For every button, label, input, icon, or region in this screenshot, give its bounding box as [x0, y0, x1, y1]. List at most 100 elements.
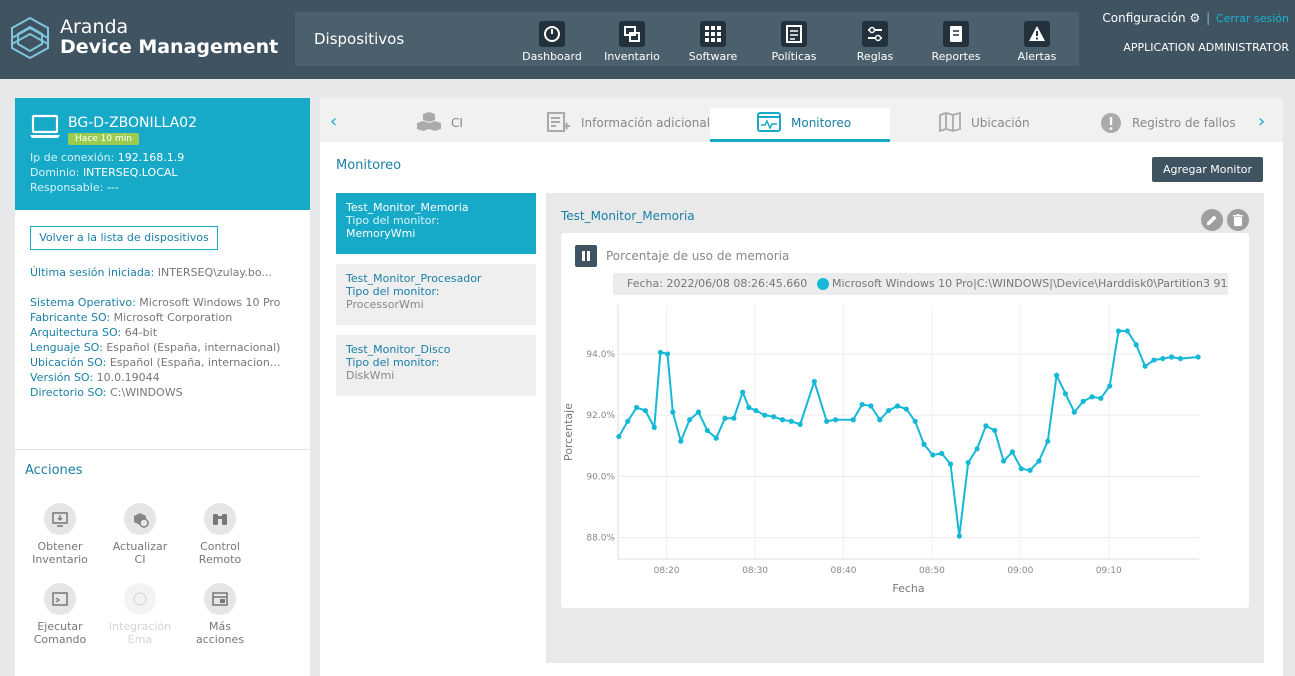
- tab-label: Monitoreo: [791, 116, 852, 130]
- data-point: [664, 351, 671, 357]
- device-panel: BG-D-ZBONILLA02 Hace 10 min Ip de conexi…: [15, 98, 310, 676]
- section-title: Dispositivos: [314, 30, 405, 48]
- data-point: [1142, 363, 1148, 369]
- data-point: [625, 418, 631, 424]
- nav-dashboard[interactable]: Dashboard: [517, 12, 587, 66]
- info-label: Ubicación SO:: [30, 356, 107, 369]
- nav-alertas-label: Alertas: [1017, 50, 1057, 63]
- monitor-item[interactable]: Test_Monitor_Procesador Tipo del monitor…: [336, 264, 536, 325]
- nav-software[interactable]: Software: [678, 12, 748, 66]
- tab-monitoreo[interactable]: Monitoreo: [710, 108, 890, 142]
- data-point: [1062, 391, 1069, 397]
- data-point: [1098, 395, 1104, 401]
- tooltip-date: Fecha: 2022/06/08 08:26:45.660: [627, 277, 808, 290]
- nav-reglas[interactable]: Reglas: [840, 12, 910, 66]
- tabs-prev-icon[interactable]: ‹: [330, 111, 337, 132]
- get-inventory-action[interactable]: Obtener Inventario: [22, 503, 98, 566]
- remote-control-action[interactable]: Control Remoto: [182, 503, 258, 566]
- nav-alertas[interactable]: Alertas: [1002, 12, 1072, 66]
- monitor-item[interactable]: Test_Monitor_Memoria Tipo del monitor: M…: [336, 193, 536, 254]
- action-label: Ejecutar: [37, 620, 83, 633]
- data-point: [903, 406, 909, 412]
- data-point: [1027, 467, 1033, 473]
- tab-ubicacion[interactable]: Ubicación: [937, 108, 1047, 142]
- data-point: [1045, 438, 1051, 444]
- monitor-detail-title: Test_Monitor_Memoria: [561, 209, 695, 223]
- info-last-session: Última sesión iniciada: INTERSEQ\zulay.b…: [30, 266, 295, 279]
- info-version: Versión SO: 10.0.19044: [30, 371, 295, 384]
- data-point: [832, 417, 839, 423]
- info-label: Directorio SO:: [30, 386, 107, 399]
- aranda-logo-icon: [11, 16, 49, 60]
- data-point: [868, 403, 874, 409]
- monitor-name: Test_Monitor_Procesador: [346, 272, 482, 285]
- more-actions-action[interactable]: Más acciones: [182, 583, 258, 646]
- data-point: [894, 403, 901, 409]
- add-monitor-button[interactable]: Agregar Monitor: [1152, 157, 1263, 182]
- info-label: Última sesión iniciada:: [30, 266, 155, 279]
- nav-politicas-label: Políticas: [771, 50, 817, 63]
- actions-title: Acciones: [25, 463, 83, 478]
- data-point: [722, 415, 728, 421]
- data-point: [704, 427, 710, 434]
- data-point: [771, 414, 777, 420]
- nav-reportes[interactable]: Reportes: [921, 12, 991, 66]
- domain-value: INTERSEQ.LOCAL: [82, 166, 178, 179]
- nav-inventario[interactable]: Inventario: [597, 12, 667, 66]
- edit-monitor-button[interactable]: [1201, 209, 1223, 231]
- monitor-type: DiskWmi: [346, 369, 395, 382]
- info-value: C:\WINDOWS: [110, 386, 183, 399]
- info-arch: Arquitectura SO: 64-bit: [30, 326, 295, 339]
- run-command-action[interactable]: Ejecutar Comando: [22, 583, 98, 646]
- data-point: [1071, 409, 1077, 415]
- user-role: APPLICATION ADMINISTRATOR: [1123, 41, 1289, 54]
- domain-row: Dominio: INTERSEQ.LOCAL: [30, 166, 178, 179]
- pencil-icon: [1207, 215, 1217, 225]
- content-panel: ‹ CI Información adicional Monitoreo Ubi…: [320, 98, 1283, 676]
- data-point: [1080, 398, 1086, 404]
- data-point: [657, 349, 664, 356]
- tab-informacion-adicional[interactable]: Información adicional: [545, 108, 710, 142]
- tabs-next-icon[interactable]: ›: [1258, 111, 1265, 132]
- info-value: INTERSEQ\zulay.bo...: [157, 266, 272, 279]
- monitor-type-label: Tipo del monitor:: [346, 214, 440, 227]
- tooltip-series: Microsoft Windows 10 Pro|C:\WINDOWS|\Dev…: [832, 277, 1228, 290]
- config-link[interactable]: Configuración: [1102, 11, 1185, 25]
- data-point: [939, 450, 945, 457]
- data-point: [1107, 383, 1113, 389]
- monitor-type: ProcessorWmi: [346, 298, 424, 311]
- software-icon: [700, 21, 726, 47]
- data-point: [651, 424, 657, 431]
- monitor-chart-icon: [757, 112, 781, 132]
- boxes-icon: [417, 112, 441, 131]
- tab-ci[interactable]: CI: [415, 108, 475, 142]
- info-location: Ubicación SO: Español (España, internaci…: [30, 356, 295, 369]
- data-point: [788, 418, 794, 424]
- info-label: Fabricante SO:: [30, 311, 111, 324]
- info-value: 64-bit: [124, 326, 158, 339]
- nav-politicas[interactable]: Políticas: [759, 12, 829, 66]
- delete-monitor-button[interactable]: [1227, 209, 1249, 231]
- data-point: [983, 423, 989, 429]
- gear-icon[interactable]: ⚙: [1189, 11, 1200, 25]
- more-actions-icon: [204, 583, 236, 615]
- info-directory: Directorio SO: C:\WINDOWS: [30, 386, 295, 399]
- tab-label: Información adicional: [581, 116, 711, 130]
- tab-registro-de-fallos[interactable]: Registro de fallos: [1098, 108, 1258, 142]
- data-point: [746, 404, 752, 411]
- monitor-item[interactable]: Test_Monitor_Disco Tipo del monitor: Dis…: [336, 335, 536, 396]
- owner-label: Responsable:: [30, 181, 104, 194]
- data-point: [824, 418, 830, 424]
- monitor-type: MemoryWmi: [346, 227, 416, 240]
- info-value: Microsoft Corporation: [113, 311, 233, 324]
- dashboard-icon: [539, 21, 565, 47]
- alerts-icon: [1024, 21, 1050, 47]
- back-to-list-button[interactable]: Volver a la lista de dispositivos: [30, 226, 218, 250]
- action-label: Más: [209, 620, 231, 633]
- data-point: [1124, 328, 1130, 334]
- app-header: Aranda Device Management Dispositivos Da…: [0, 0, 1295, 79]
- x-tick-label: 08:50: [919, 566, 945, 576]
- logout-link[interactable]: Cerrar sesión: [1216, 12, 1289, 25]
- update-ci-action[interactable]: Actualizar CI: [102, 503, 178, 566]
- data-point: [1160, 355, 1166, 362]
